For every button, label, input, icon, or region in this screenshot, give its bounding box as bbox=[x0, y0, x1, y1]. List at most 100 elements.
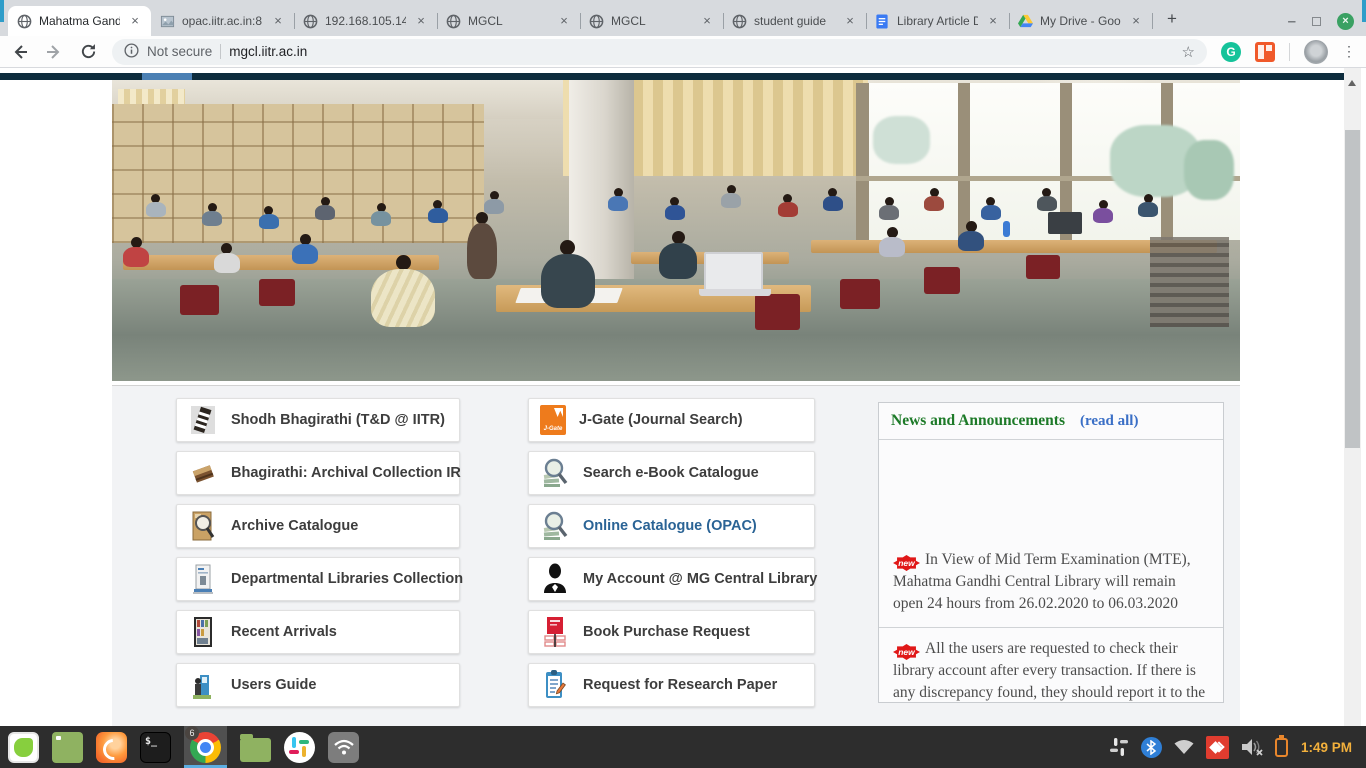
tab-close-icon[interactable]: × bbox=[127, 13, 143, 29]
tab-close-icon[interactable]: × bbox=[270, 13, 286, 29]
quick-link-ebook-catalogue[interactable]: Search e-Book Catalogue bbox=[528, 451, 815, 495]
quick-link-label: Users Guide bbox=[231, 677, 316, 693]
person-figure bbox=[823, 188, 843, 211]
quick-link-opac[interactable]: Online Catalogue (OPAC) bbox=[528, 504, 815, 548]
chrome-window-count-badge: 6 bbox=[185, 726, 199, 740]
person-figure bbox=[467, 212, 497, 279]
globe-icon bbox=[16, 13, 32, 29]
quick-link-label: My Account @ MG Central Library bbox=[583, 571, 817, 587]
department-kiosk-icon bbox=[188, 562, 218, 596]
person-figure bbox=[778, 194, 798, 217]
restore-button[interactable] bbox=[1312, 17, 1321, 26]
wifi-tray-icon[interactable] bbox=[1173, 738, 1195, 756]
tab-label: My Drive - Goog bbox=[1040, 14, 1121, 28]
tab-close-icon[interactable]: × bbox=[699, 13, 715, 29]
red-book-icon bbox=[540, 615, 570, 649]
person-figure bbox=[541, 240, 595, 308]
slack-tray-icon[interactable] bbox=[1108, 736, 1130, 758]
chrome-taskbar-item[interactable]: 6 bbox=[184, 726, 227, 768]
person-figure bbox=[315, 197, 335, 220]
bluetooth-icon[interactable] bbox=[1141, 737, 1162, 758]
tab-close-icon[interactable]: × bbox=[413, 13, 429, 29]
tab-label: MGCL bbox=[468, 14, 549, 28]
quick-link-jgate[interactable]: J-Gate J-Gate (Journal Search) bbox=[528, 398, 815, 442]
news-item-text: In View of Mid Term Examination (MTE), M… bbox=[893, 551, 1191, 612]
volume-muted-icon[interactable] bbox=[1240, 737, 1264, 757]
reload-button[interactable] bbox=[78, 42, 98, 62]
slack-launcher-icon[interactable] bbox=[284, 732, 315, 763]
vertical-scrollbar[interactable] bbox=[1344, 68, 1361, 726]
info-icon[interactable] bbox=[124, 43, 139, 61]
globe-icon bbox=[731, 13, 747, 29]
browser-tab-library-article[interactable]: Library Article D × bbox=[866, 6, 1009, 36]
person-figure bbox=[202, 203, 222, 226]
profile-avatar[interactable] bbox=[1304, 40, 1328, 64]
quick-link-label: Bhagirathi: Archival Collection IR bbox=[231, 465, 461, 481]
grammarly-extension-icon[interactable]: G bbox=[1221, 42, 1241, 62]
browser-menu-icon[interactable]: ⋮ bbox=[1342, 43, 1356, 60]
quick-link-departmental-libraries[interactable]: Departmental Libraries Collection bbox=[176, 557, 460, 601]
research-form-icon bbox=[540, 668, 570, 702]
extension-icon[interactable] bbox=[1255, 42, 1275, 62]
person-figure bbox=[292, 234, 318, 264]
news-panel: News and Announcements (read all) newIn … bbox=[878, 402, 1224, 703]
quick-link-my-account[interactable]: My Account @ MG Central Library bbox=[528, 557, 815, 601]
news-read-all-link[interactable]: (read all) bbox=[1080, 413, 1138, 430]
close-window-button[interactable]: × bbox=[1337, 13, 1354, 30]
bookmark-star-icon[interactable]: ☆ bbox=[1182, 43, 1195, 61]
browser-tab-mgcl-1[interactable]: MGCL × bbox=[437, 6, 580, 36]
person-figure bbox=[721, 185, 741, 208]
show-desktop-button[interactable] bbox=[52, 732, 83, 763]
person-figure bbox=[665, 197, 685, 220]
quick-link-archive-catalogue[interactable]: Archive Catalogue bbox=[176, 504, 460, 548]
tab-label: opac.iitr.ac.in:8 bbox=[182, 14, 263, 28]
tab-label: Library Article D bbox=[897, 14, 978, 28]
quick-link-archival-collection[interactable]: Bhagirathi: Archival Collection IR bbox=[176, 451, 460, 495]
quick-link-users-guide[interactable]: Users Guide bbox=[176, 663, 460, 707]
taskbar-clock[interactable]: 1:49 PM bbox=[1301, 740, 1352, 755]
scroll-up-arrow-icon[interactable] bbox=[1348, 80, 1356, 86]
security-label: Not secure bbox=[147, 44, 212, 59]
minimize-button[interactable]: – bbox=[1288, 17, 1296, 27]
quick-links-right-column: J-Gate J-Gate (Journal Search) Search e-… bbox=[528, 398, 815, 716]
person-figure bbox=[214, 243, 240, 273]
browser-tab-mgcl-2[interactable]: MGCL × bbox=[580, 6, 723, 36]
scrollbar-thumb[interactable] bbox=[1345, 130, 1360, 448]
tab-close-icon[interactable]: × bbox=[985, 13, 1001, 29]
person-figure bbox=[981, 197, 1001, 220]
quick-link-shodh-bhagirathi[interactable]: Shodh Bhagirathi (T&D @ IITR) bbox=[176, 398, 460, 442]
battery-icon[interactable] bbox=[1275, 738, 1288, 757]
google-drive-icon bbox=[1017, 13, 1033, 29]
tab-close-icon[interactable]: × bbox=[556, 13, 572, 29]
browser-tab-opac[interactable]: opac.iitr.ac.in:8 × bbox=[151, 6, 294, 36]
terminal-launcher-icon[interactable]: $_ bbox=[140, 732, 171, 763]
person-figure bbox=[879, 227, 905, 257]
tab-close-icon[interactable]: × bbox=[842, 13, 858, 29]
tab-close-icon[interactable]: × bbox=[1128, 13, 1144, 29]
network-launcher-icon[interactable] bbox=[328, 732, 359, 763]
browser-toolbar: Not secure mgcl.iitr.ac.in ☆ G ⋮ bbox=[0, 36, 1366, 68]
news-header: News and Announcements (read all) bbox=[879, 403, 1223, 440]
archival-book-icon bbox=[188, 456, 218, 490]
globe-icon bbox=[302, 13, 318, 29]
address-bar[interactable]: Not secure mgcl.iitr.ac.in ☆ bbox=[112, 39, 1207, 65]
person-figure bbox=[1093, 200, 1113, 223]
quick-link-recent-arrivals[interactable]: Recent Arrivals bbox=[176, 610, 460, 654]
browser-tab-ip[interactable]: 192.168.105.14 × bbox=[294, 6, 437, 36]
file-manager-launcher-icon[interactable] bbox=[240, 738, 271, 762]
mint-menu-button[interactable] bbox=[8, 732, 39, 763]
user-kiosk-icon bbox=[188, 668, 218, 702]
window-edge-accent bbox=[0, 0, 4, 22]
anydesk-tray-icon[interactable] bbox=[1206, 736, 1229, 759]
browser-tab-mahatma[interactable]: Mahatma Gand × bbox=[8, 6, 151, 36]
quick-link-book-purchase[interactable]: Book Purchase Request bbox=[528, 610, 815, 654]
forward-button[interactable] bbox=[44, 42, 64, 62]
firefox-launcher-icon[interactable] bbox=[96, 732, 127, 763]
thesis-stack-icon bbox=[188, 403, 218, 437]
browser-tab-student-guide[interactable]: student guide × bbox=[723, 6, 866, 36]
quick-link-research-paper[interactable]: Request for Research Paper bbox=[528, 663, 815, 707]
browser-tab-my-drive[interactable]: My Drive - Goog × bbox=[1009, 6, 1152, 36]
window-edge-accent bbox=[1362, 0, 1366, 22]
back-button[interactable] bbox=[10, 42, 30, 62]
new-tab-button[interactable]: + bbox=[1158, 6, 1186, 34]
